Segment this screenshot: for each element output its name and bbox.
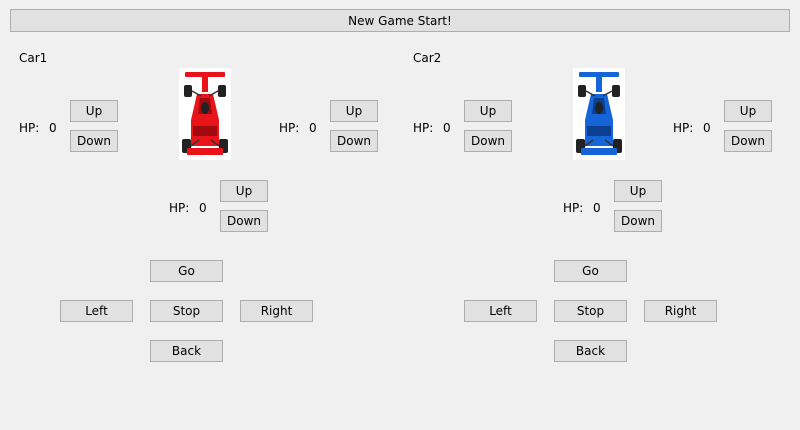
car2-down-button-2[interactable]: Down (724, 130, 772, 152)
car2-title: Car2 (413, 51, 442, 65)
car2-left-button[interactable]: Left (464, 300, 537, 322)
car2-go-button[interactable]: Go (554, 260, 627, 282)
car1-right-button[interactable]: Right (240, 300, 313, 322)
car1-up-button-3[interactable]: Up (220, 180, 268, 202)
car1-hp-label-1: HP: (19, 121, 40, 135)
car2-down-button-3[interactable]: Down (614, 210, 662, 232)
car2-panel: Car2 HP: 0 Up Down HP: 0 Up Down HP: 0 U… (394, 0, 794, 430)
car2-hp-value-1: 0 (443, 121, 451, 135)
car2-hp-label-1: HP: (413, 121, 434, 135)
race-car-icon (574, 69, 624, 159)
car1-hp-label-3: HP: (169, 201, 190, 215)
car1-back-button[interactable]: Back (150, 340, 223, 362)
car1-left-button[interactable]: Left (60, 300, 133, 322)
car2-right-button[interactable]: Right (644, 300, 717, 322)
car2-hp-value-3: 0 (593, 201, 601, 215)
car2-hp-value-2: 0 (703, 121, 711, 135)
car1-up-button-1[interactable]: Up (70, 100, 118, 122)
car2-hp-label-3: HP: (563, 201, 584, 215)
car1-image (179, 68, 231, 160)
car2-up-button-2[interactable]: Up (724, 100, 772, 122)
car1-go-button[interactable]: Go (150, 260, 223, 282)
car1-hp-value-2: 0 (309, 121, 317, 135)
car2-back-button[interactable]: Back (554, 340, 627, 362)
car1-down-button-2[interactable]: Down (330, 130, 378, 152)
car2-up-button-1[interactable]: Up (464, 100, 512, 122)
car2-hp-label-2: HP: (673, 121, 694, 135)
car2-up-button-3[interactable]: Up (614, 180, 662, 202)
car2-down-button-1[interactable]: Down (464, 130, 512, 152)
car1-hp-label-2: HP: (279, 121, 300, 135)
game-window: New Game Start! Car1 HP: 0 Up Down HP: 0… (0, 0, 800, 430)
car1-up-button-2[interactable]: Up (330, 100, 378, 122)
car1-down-button-1[interactable]: Down (70, 130, 118, 152)
car1-hp-value-3: 0 (199, 201, 207, 215)
car2-stop-button[interactable]: Stop (554, 300, 627, 322)
car1-down-button-3[interactable]: Down (220, 210, 268, 232)
car2-image (573, 68, 625, 160)
car1-panel: Car1 HP: 0 Up Down HP: 0 Up Down HP: 0 U… (0, 0, 400, 430)
race-car-icon (180, 69, 230, 159)
car1-hp-value-1: 0 (49, 121, 57, 135)
car1-stop-button[interactable]: Stop (150, 300, 223, 322)
car1-title: Car1 (19, 51, 48, 65)
